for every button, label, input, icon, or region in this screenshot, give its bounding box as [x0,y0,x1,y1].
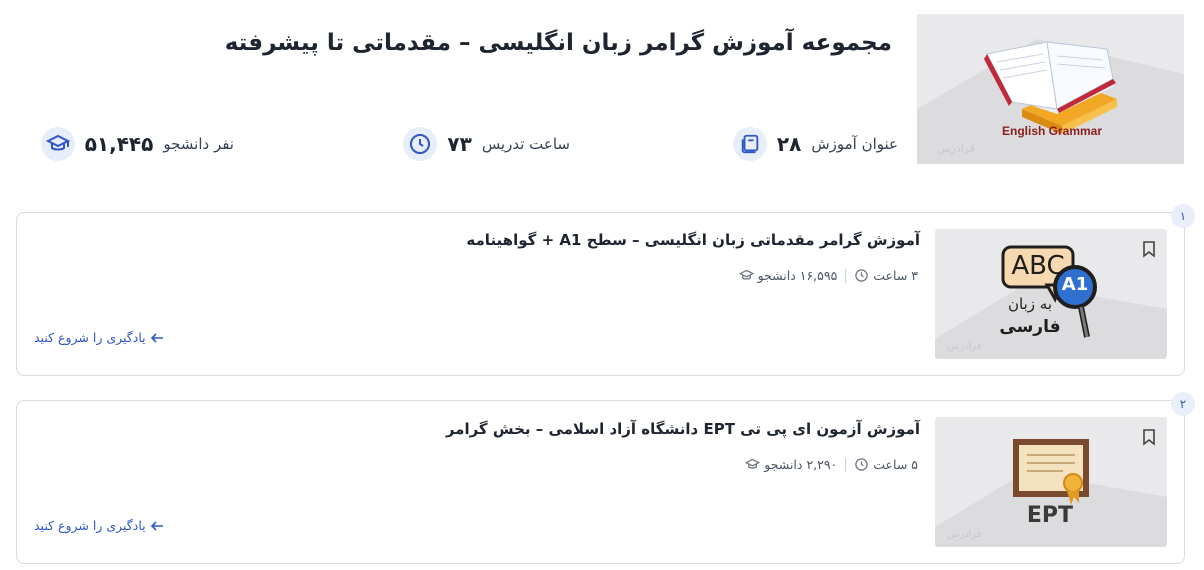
graduation-cap-icon [738,269,754,280]
grammar-book-illustration: فرادرس [917,39,1184,164]
course-meta: ۱۶,۵۹۵ دانشجو ۳ ساعت [738,268,918,283]
watermark: فرادرس [947,529,982,540]
divider [845,457,847,472]
stat-students: ۵۱,۴۴۵ نفر دانشجو [40,124,234,164]
start-learning-link[interactable]: یادگیری را شروع کنید [34,518,164,533]
stat-value: ۲۸ [776,132,802,156]
bookmark-icon[interactable] [1141,428,1157,446]
clock-icon [855,269,869,282]
course-thumbnail[interactable]: فرادرس ABC A1 به زبان فارسی [935,229,1167,359]
watermark: فرادرس [947,341,982,352]
thumb-line1: به زبان [1008,295,1052,313]
course-duration: ۵ ساعت [873,457,918,472]
course-title[interactable]: آموزش گرامر مقدماتی زبان انگلیسی – سطح A… [466,231,920,249]
start-learning-label: یادگیری را شروع کنید [34,330,146,345]
arrow-left-icon [150,332,163,343]
a1-persian-illustration: فرادرس [935,245,1167,359]
clock-icon [403,127,438,161]
arrow-left-icon [150,520,163,531]
watermark: فرادرس [937,142,975,155]
thumb-line2: فارسی [999,317,1061,337]
thumb-level-badge: A1 [1061,274,1089,295]
stat-hours: ۷۳ ساعت تدریس [403,124,570,164]
clock-icon [855,458,869,471]
stat-courses: ۲۸ عنوان آموزش [732,124,898,164]
thumb-ept-label: EPT [1026,503,1074,528]
course-thumbnail[interactable]: فرادرس EPT [935,417,1167,547]
page-title: مجموعه آموزش گرامر زبان انگلیسی – مقدمات… [224,30,892,56]
stat-label: ساعت تدریس [481,135,570,153]
course-index-badge: ۲ [1171,392,1195,416]
bookmark-icon[interactable] [1141,240,1157,258]
cover-caption: English Grammar [1001,124,1103,138]
student-count: ۲,۲۹۰ دانشجو [764,457,838,472]
collection-cover-image: فرادرس English Grammar [917,14,1184,164]
book-stack-icon [732,127,767,161]
stat-label: نفر دانشجو [163,135,234,153]
stat-label: عنوان آموزش [811,135,898,153]
graduation-cap-icon [745,458,761,469]
course-title[interactable]: آموزش آزمون ای پی تی EPT دانشگاه آزاد اس… [446,420,920,438]
course-duration: ۳ ساعت [873,268,918,283]
stat-value: ۷۳ [447,132,472,156]
stat-value: ۵۱,۴۴۵ [84,132,154,156]
start-learning-label: یادگیری را شروع کنید [34,518,146,533]
graduation-cap-icon [40,127,75,161]
student-count: ۱۶,۵۹۵ دانشجو [757,268,838,283]
course-index-badge: ۱ [1171,204,1195,228]
course-meta: ۲,۲۹۰ دانشجو ۵ ساعت [745,457,918,472]
divider [845,268,847,283]
start-learning-link[interactable]: یادگیری را شروع کنید [34,330,164,345]
